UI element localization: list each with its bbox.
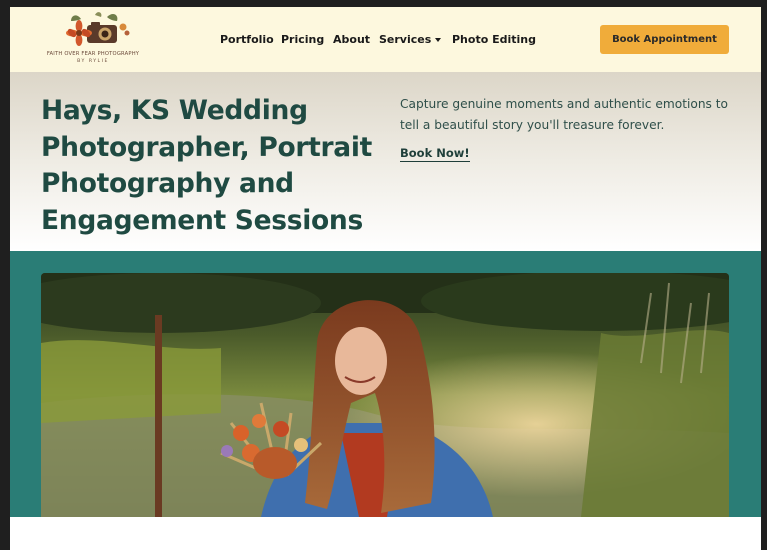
nav-services-label: Services bbox=[379, 33, 432, 46]
hero-photo bbox=[41, 273, 729, 517]
book-now-link[interactable]: Book Now! bbox=[400, 146, 470, 162]
nav-services[interactable]: Services bbox=[379, 33, 442, 46]
photo-woman-with-bouquet bbox=[41, 273, 729, 517]
nav-pricing[interactable]: Pricing bbox=[281, 33, 324, 46]
site-logo[interactable]: FAITH OVER FEAR PHOTOGRAPHY BY RYLIE bbox=[41, 11, 145, 69]
logo-flowers-camera-icon bbox=[66, 12, 130, 46]
book-appointment-button[interactable]: Book Appointment bbox=[600, 25, 729, 54]
chevron-down-icon bbox=[435, 38, 442, 42]
nav-portfolio[interactable]: Portfolio bbox=[220, 33, 274, 46]
featured-photo-section bbox=[10, 251, 761, 517]
hero-section: Hays, KS Wedding Photographer, Portrait … bbox=[10, 72, 761, 251]
hero-description: Capture genuine moments and authentic em… bbox=[400, 97, 729, 132]
nav-about[interactable]: About bbox=[333, 33, 370, 46]
site-header: FAITH OVER FEAR PHOTOGRAPHY BY RYLIE Por… bbox=[10, 7, 761, 72]
page-title: Hays, KS Wedding Photographer, Portrait … bbox=[41, 95, 373, 236]
logo-byline: BY RYLIE bbox=[77, 59, 109, 64]
browser-viewport: FAITH OVER FEAR PHOTOGRAPHY BY RYLIE Por… bbox=[10, 7, 761, 550]
logo-name: FAITH OVER FEAR PHOTOGRAPHY bbox=[46, 51, 140, 57]
nav-photo-editing[interactable]: Photo Editing bbox=[452, 33, 536, 46]
